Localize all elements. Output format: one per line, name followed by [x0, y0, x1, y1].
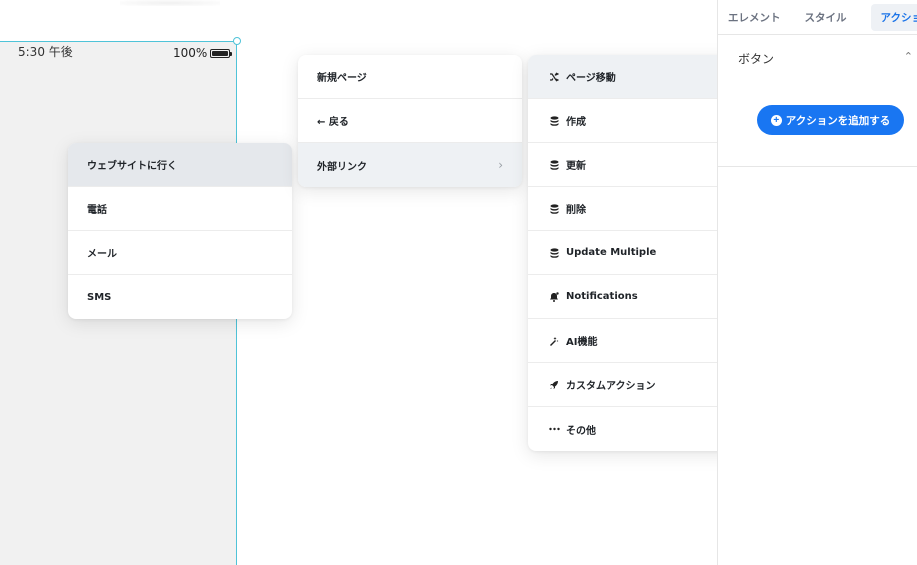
- menu-item-label: Update Multiple: [566, 247, 657, 258]
- wand-icon: [548, 336, 560, 346]
- chevron-up-icon[interactable]: ⌃: [904, 50, 913, 63]
- menu-item-label: ← 戻る: [317, 117, 349, 128]
- shuffle-icon: [548, 71, 560, 82]
- status-battery: 100%: [173, 46, 233, 60]
- menu-item-external-link[interactable]: 外部リンク ›: [298, 143, 522, 187]
- menu-item-label: SMS: [87, 291, 112, 303]
- editor-canvas: 5:30 午後 100% ウェブサイトに行く 電話 メール SMS 新規ページ …: [0, 0, 917, 565]
- rocket-icon: [548, 380, 560, 390]
- divider: [718, 166, 917, 167]
- menu-item-label: 電話: [87, 205, 107, 216]
- external-link-submenu: ウェブサイトに行く 電話 メール SMS: [68, 143, 292, 319]
- menu-item-label: メール: [87, 249, 117, 260]
- menu-item-label: 作成: [566, 117, 586, 128]
- database-icon: [548, 247, 560, 258]
- section-title: ボタン: [738, 52, 775, 66]
- menu-item-label: 外部リンク: [317, 161, 367, 173]
- tab-element[interactable]: エレメント: [728, 10, 781, 25]
- menu-item-mail[interactable]: メール: [68, 231, 292, 275]
- top-shadow: [120, 0, 220, 6]
- battery-icon: [210, 48, 233, 58]
- panel-tabs: エレメント スタイル アクション: [718, 0, 917, 35]
- tab-style[interactable]: スタイル: [805, 10, 847, 25]
- menu-item-phone[interactable]: 電話: [68, 187, 292, 231]
- bell-icon: [548, 291, 560, 302]
- plus-circle-icon: +: [770, 114, 782, 126]
- menu-item-website[interactable]: ウェブサイトに行く: [68, 143, 292, 187]
- status-time: 5:30 午後: [18, 45, 73, 59]
- database-icon: [548, 159, 560, 170]
- menu-item-label: AI機能: [566, 337, 598, 348]
- menu-item-sms[interactable]: SMS: [68, 275, 292, 319]
- add-action-label: アクションを追加する: [785, 114, 891, 127]
- page-navigation-submenu: 新規ページ ← 戻る 外部リンク ›: [298, 55, 522, 187]
- tab-action[interactable]: アクション: [870, 3, 917, 31]
- resize-handle[interactable]: [233, 37, 241, 45]
- chevron-right-icon: ›: [498, 158, 503, 172]
- database-icon: [548, 115, 560, 126]
- menu-item-back[interactable]: ← 戻る: [298, 99, 522, 143]
- database-icon: [548, 203, 560, 214]
- properties-panel: エレメント スタイル アクション ボタン ⌃ + アクションを追加する: [717, 0, 917, 565]
- menu-item-label: 新規ページ: [317, 73, 367, 84]
- menu-item-label: Notifications: [566, 291, 638, 302]
- menu-item-new-page[interactable]: 新規ページ: [298, 55, 522, 99]
- menu-item-label: ページ移動: [566, 73, 616, 84]
- menu-item-label: カスタムアクション: [566, 381, 656, 392]
- more-icon: [548, 427, 560, 431]
- menu-item-label: 削除: [566, 205, 586, 216]
- add-action-button[interactable]: + アクションを追加する: [757, 105, 904, 135]
- battery-percent: 100%: [173, 46, 208, 60]
- menu-item-label: ウェブサイトに行く: [87, 161, 177, 172]
- menu-item-label: その他: [566, 425, 596, 437]
- menu-item-label: 更新: [566, 161, 586, 172]
